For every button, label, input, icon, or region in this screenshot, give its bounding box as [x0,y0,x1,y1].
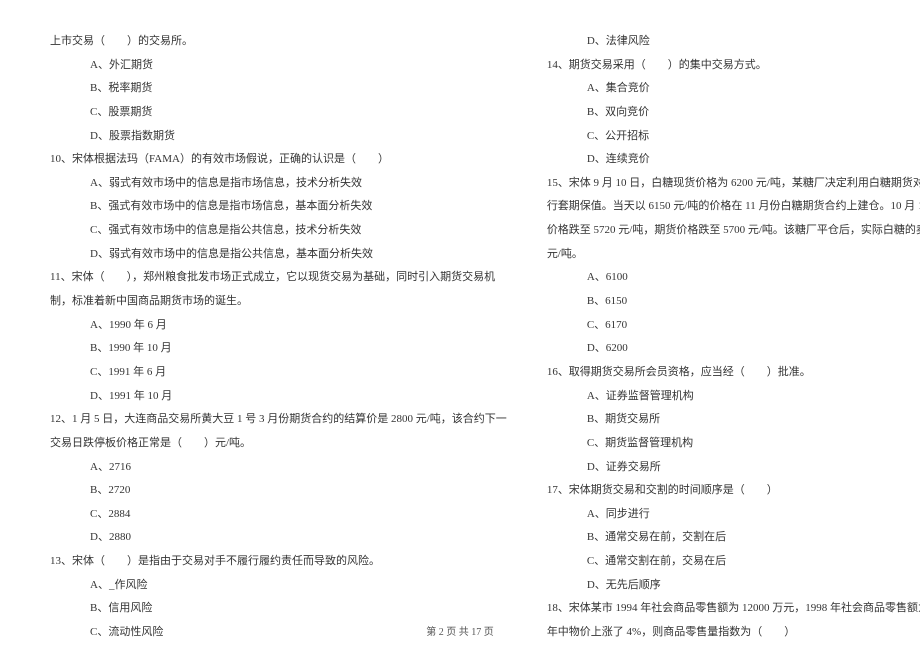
q17-stem: 17、宋体期货交易和交割的时间顺序是（ ） [547,479,920,503]
q18-stem-1: 18、宋体某市 1994 年社会商品零售额为 12000 万元，1998 年社会… [547,597,920,621]
q15-option-b: B、6150 [547,290,920,314]
q11-option-d: D、1991 年 10 月 [50,385,507,409]
q9-option-d: D、股票指数期货 [50,125,507,149]
q10-option-b: B、强式有效市场中的信息是指市场信息，基本面分析失效 [50,195,507,219]
q16-stem: 16、取得期货交易所会员资格，应当经（ ）批准。 [547,361,920,385]
q17-option-d: D、无先后顺序 [547,574,920,598]
q17-option-c: C、通常交割在前，交易在后 [547,550,920,574]
q11-stem-1: 11、宋体（ ），郑州粮食批发市场正式成立，它以现货交易为基础，同时引入期货交易… [50,266,507,290]
q11-option-c: C、1991 年 6 月 [50,361,507,385]
q15-stem-2: 行套期保值。当天以 6150 元/吨的价格在 11 月份白糖期货合约上建仓。10… [547,195,920,219]
q12-stem-1: 12、1 月 5 日，大连商品交易所黄大豆 1 号 3 月份期货合约的结算价是 … [50,408,507,432]
q14-option-d: D、连续竞价 [547,148,920,172]
q10-option-d: D、弱式有效市场中的信息是指公共信息，基本面分析失效 [50,243,507,267]
right-column: D、法律风险 14、期货交易采用（ ）的集中交易方式。 A、集合竞价 B、双向竞… [547,30,920,600]
q15-option-d: D、6200 [547,337,920,361]
page-footer: 第 2 页 共 17 页 [0,623,920,638]
q12-option-a: A、2716 [50,456,507,480]
q12-option-d: D、2880 [50,526,507,550]
q9-option-a: A、外汇期货 [50,54,507,78]
q16-option-d: D、证券交易所 [547,456,920,480]
q11-option-a: A、1990 年 6 月 [50,314,507,338]
q15-option-c: C、6170 [547,314,920,338]
q13-option-d: D、法律风险 [547,30,920,54]
q17-option-a: A、同步进行 [547,503,920,527]
q14-option-b: B、双向竞价 [547,101,920,125]
q9-option-c: C、股票期货 [50,101,507,125]
q12-option-b: B、2720 [50,479,507,503]
q15-stem-3: 价格跌至 5720 元/吨，期货价格跌至 5700 元/吨。该糖厂平仓后，实际白… [547,219,920,243]
q13-option-b: B、信用风险 [50,597,507,621]
q15-stem-1: 15、宋体 9 月 10 日，白糖现货价格为 6200 元/吨，某糖厂决定利用白… [547,172,920,196]
q12-stem-2: 交易日跌停板价格正常是（ ）元/吨。 [50,432,507,456]
left-column: 上市交易（ ）的交易所。 A、外汇期货 B、税率期货 C、股票期货 D、股票指数… [50,30,507,600]
q10-stem: 10、宋体根据法玛（FAMA）的有效市场假说，正确的认识是（ ） [50,148,507,172]
q9-option-b: B、税率期货 [50,77,507,101]
q10-option-c: C、强式有效市场中的信息是指公共信息，技术分析失效 [50,219,507,243]
q10-option-a: A、弱式有效市场中的信息是指市场信息，技术分析失效 [50,172,507,196]
q14-option-c: C、公开招标 [547,125,920,149]
q16-option-c: C、期货监督管理机构 [547,432,920,456]
q12-option-c: C、2884 [50,503,507,527]
q9-stem-cont: 上市交易（ ）的交易所。 [50,30,507,54]
q13-stem: 13、宋体（ ）是指由于交易对手不履行履约责任而导致的风险。 [50,550,507,574]
q14-stem: 14、期货交易采用（ ）的集中交易方式。 [547,54,920,78]
q16-option-b: B、期货交易所 [547,408,920,432]
q15-stem-4: 元/吨。 [547,243,920,267]
q13-option-a: A、_作风险 [50,574,507,598]
content-columns: 上市交易（ ）的交易所。 A、外汇期货 B、税率期货 C、股票期货 D、股票指数… [50,30,870,600]
q14-option-a: A、集合竞价 [547,77,920,101]
q16-option-a: A、证券监督管理机构 [547,385,920,409]
q15-option-a: A、6100 [547,266,920,290]
q11-stem-2: 制，标准着新中国商品期货市场的诞生。 [50,290,507,314]
q11-option-b: B、1990 年 10 月 [50,337,507,361]
q17-option-b: B、通常交易在前，交割在后 [547,526,920,550]
